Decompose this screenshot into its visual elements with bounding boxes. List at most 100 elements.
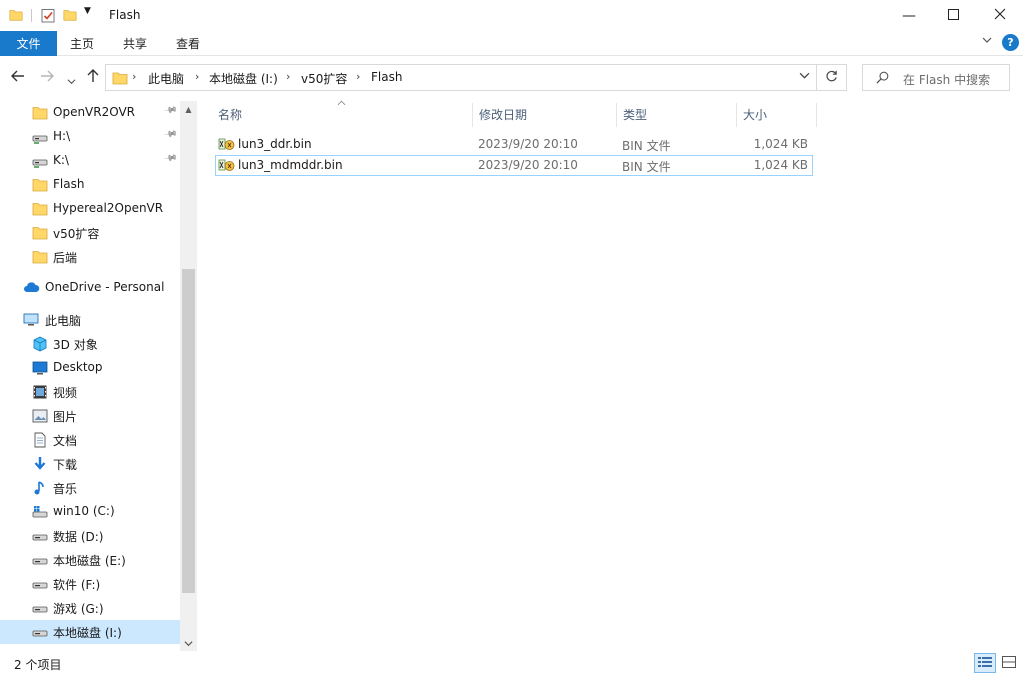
onedrive-cloud-icon <box>23 280 40 296</box>
column-header-size[interactable]: 大小 <box>743 101 767 127</box>
column-header-type[interactable]: 类型 <box>623 101 647 127</box>
item-count: 2 个项目 <box>14 658 62 672</box>
sidebar-item-drive-d[interactable]: 数据 (D:) <box>0 524 180 548</box>
breadcrumb-v50[interactable]: v50扩容 <box>301 70 347 87</box>
close-button[interactable] <box>977 0 1023 31</box>
column-divider[interactable] <box>472 103 473 127</box>
sidebar-item-hypereal2openvr[interactable]: Hypereal2OpenVR <box>0 197 180 221</box>
nav-item-label: 3D 对象 <box>53 338 98 352</box>
folder-icon <box>112 70 128 89</box>
sidebar-item-onedrive[interactable]: OneDrive - Personal <box>0 276 180 300</box>
address-bar[interactable]: › 此电脑 › 本地磁盘 (I:) › v50扩容 › Flash <box>105 64 817 91</box>
chevron-right-icon[interactable]: › <box>195 70 199 83</box>
navigation-pane: OpenVR2OVR 📌 H:\ 📌 K:\ 📌 Flash Hypereal2OpenVR v… <box>0 101 197 651</box>
sidebar-item-drive-g[interactable]: 游戏 (G:) <box>0 596 180 620</box>
bin-file-icon <box>218 137 235 155</box>
computer-icon <box>23 312 39 328</box>
folder-icon <box>32 225 48 241</box>
chevron-right-icon[interactable]: › <box>356 70 360 83</box>
sidebar-item-3d-objects[interactable]: 3D 对象 <box>0 332 180 356</box>
network-drive-icon <box>32 153 48 169</box>
search-input[interactable]: 在 Flash 中搜索 <box>862 64 1010 91</box>
tab-view[interactable]: 查看 <box>176 31 200 56</box>
tab-file[interactable]: 文件 <box>0 31 57 56</box>
pictures-icon <box>32 408 48 424</box>
breadcrumb-flash[interactable]: Flash <box>371 70 402 84</box>
close-icon <box>994 8 1006 24</box>
file-type: BIN 文件 <box>622 139 671 153</box>
pin-icon: 📌 <box>163 103 179 119</box>
nav-item-label: 数据 (D:) <box>53 530 104 544</box>
folder-icon <box>32 201 48 217</box>
nav-item-label: 文档 <box>53 434 78 448</box>
column-header-modified[interactable]: 修改日期 <box>479 101 527 127</box>
customize-toolbar-icon[interactable]: ▼ <box>84 6 91 16</box>
nav-item-label: Desktop <box>53 360 103 374</box>
sidebar-item-pictures[interactable]: 图片 <box>0 404 180 428</box>
column-divider[interactable] <box>816 103 817 127</box>
sidebar-item-drive-f[interactable]: 软件 (F:) <box>0 572 180 596</box>
column-divider[interactable] <box>736 103 737 127</box>
nav-item-label: Flash <box>53 177 85 191</box>
recent-locations-button[interactable] <box>67 72 76 90</box>
status-bar: 2 个项目 <box>0 651 1023 676</box>
sidebar-item-drive-c[interactable]: win10 (C:) <box>0 500 180 524</box>
sidebar-item-openvr2ovr[interactable]: OpenVR2OVR 📌 <box>0 101 180 125</box>
details-view-icon <box>977 655 993 672</box>
nav-item-label: 本地磁盘 (E:) <box>53 554 126 568</box>
navigation-toolbar: › 此电脑 › 本地磁盘 (I:) › v50扩容 › Flash 在 Flas… <box>0 57 1023 101</box>
up-button[interactable] <box>86 69 100 87</box>
sidebar-item-backend[interactable]: 后端 <box>0 245 180 269</box>
sidebar-item-drive-i[interactable]: 本地磁盘 (I:) <box>0 620 180 644</box>
nav-scrollbar[interactable]: ▲ <box>180 101 197 651</box>
new-folder-icon[interactable] <box>63 8 77 25</box>
folder-icon <box>32 105 48 121</box>
forward-button[interactable] <box>40 69 54 87</box>
back-button[interactable] <box>11 69 25 87</box>
breadcrumb-drive-i[interactable]: 本地磁盘 (I:) <box>209 70 278 87</box>
table-row[interactable]: lun3_ddr.bin 2023/9/20 20:10 BIN 文件 1,02… <box>215 134 813 155</box>
nav-item-label: win10 (C:) <box>53 504 115 518</box>
drive-icon <box>32 552 48 568</box>
chevron-right-icon[interactable]: › <box>132 70 136 83</box>
sidebar-item-k-drive[interactable]: K:\ 📌 <box>0 149 180 173</box>
scroll-up-arrow[interactable]: ▲ <box>180 101 197 117</box>
breadcrumb-this-pc[interactable]: 此电脑 <box>148 70 184 87</box>
search-placeholder: 在 Flash 中搜索 <box>903 73 991 87</box>
sidebar-item-downloads[interactable]: 下载 <box>0 452 180 476</box>
address-history-dropdown[interactable] <box>799 70 810 84</box>
sidebar-item-desktop[interactable]: Desktop <box>0 356 180 380</box>
nav-item-label: 视频 <box>53 386 78 400</box>
sidebar-item-v50[interactable]: v50扩容 <box>0 221 180 245</box>
help-button[interactable]: ? <box>1002 34 1019 51</box>
large-icons-view-button[interactable] <box>998 653 1020 673</box>
scroll-down-arrow[interactable] <box>180 635 197 651</box>
drive-icon <box>32 624 48 640</box>
column-divider[interactable] <box>616 103 617 127</box>
expand-ribbon-icon[interactable] <box>982 35 992 48</box>
pin-icon: 📌 <box>163 151 179 167</box>
table-row[interactable]: lun3_mdmddr.bin 2023/9/20 20:10 BIN 文件 1… <box>215 155 813 176</box>
sidebar-item-music[interactable]: 音乐 <box>0 476 180 500</box>
tab-home[interactable]: 主页 <box>70 31 94 56</box>
maximize-button[interactable] <box>930 0 976 31</box>
file-modified: 2023/9/20 20:10 <box>478 158 578 172</box>
toolbar-divider <box>31 9 32 22</box>
nav-item-label: H:\ <box>53 129 71 143</box>
chevron-right-icon[interactable]: › <box>286 70 290 83</box>
scroll-thumb[interactable] <box>182 269 195 593</box>
title-bar: ▼ Flash — <box>0 0 1023 31</box>
column-header-name[interactable]: 名称 <box>218 101 242 127</box>
drive-icon <box>32 600 48 616</box>
sidebar-item-h-drive[interactable]: H:\ 📌 <box>0 125 180 149</box>
refresh-button[interactable] <box>817 64 847 91</box>
tab-share[interactable]: 共享 <box>123 31 147 56</box>
sidebar-item-drive-e[interactable]: 本地磁盘 (E:) <box>0 548 180 572</box>
details-view-button[interactable] <box>974 653 996 673</box>
sidebar-item-flash[interactable]: Flash <box>0 173 180 197</box>
properties-icon[interactable] <box>41 8 55 26</box>
sidebar-item-this-pc[interactable]: 此电脑 <box>0 308 180 332</box>
minimize-button[interactable]: — <box>886 0 932 31</box>
sidebar-item-videos[interactable]: 视频 <box>0 380 180 404</box>
sidebar-item-documents[interactable]: 文档 <box>0 428 180 452</box>
